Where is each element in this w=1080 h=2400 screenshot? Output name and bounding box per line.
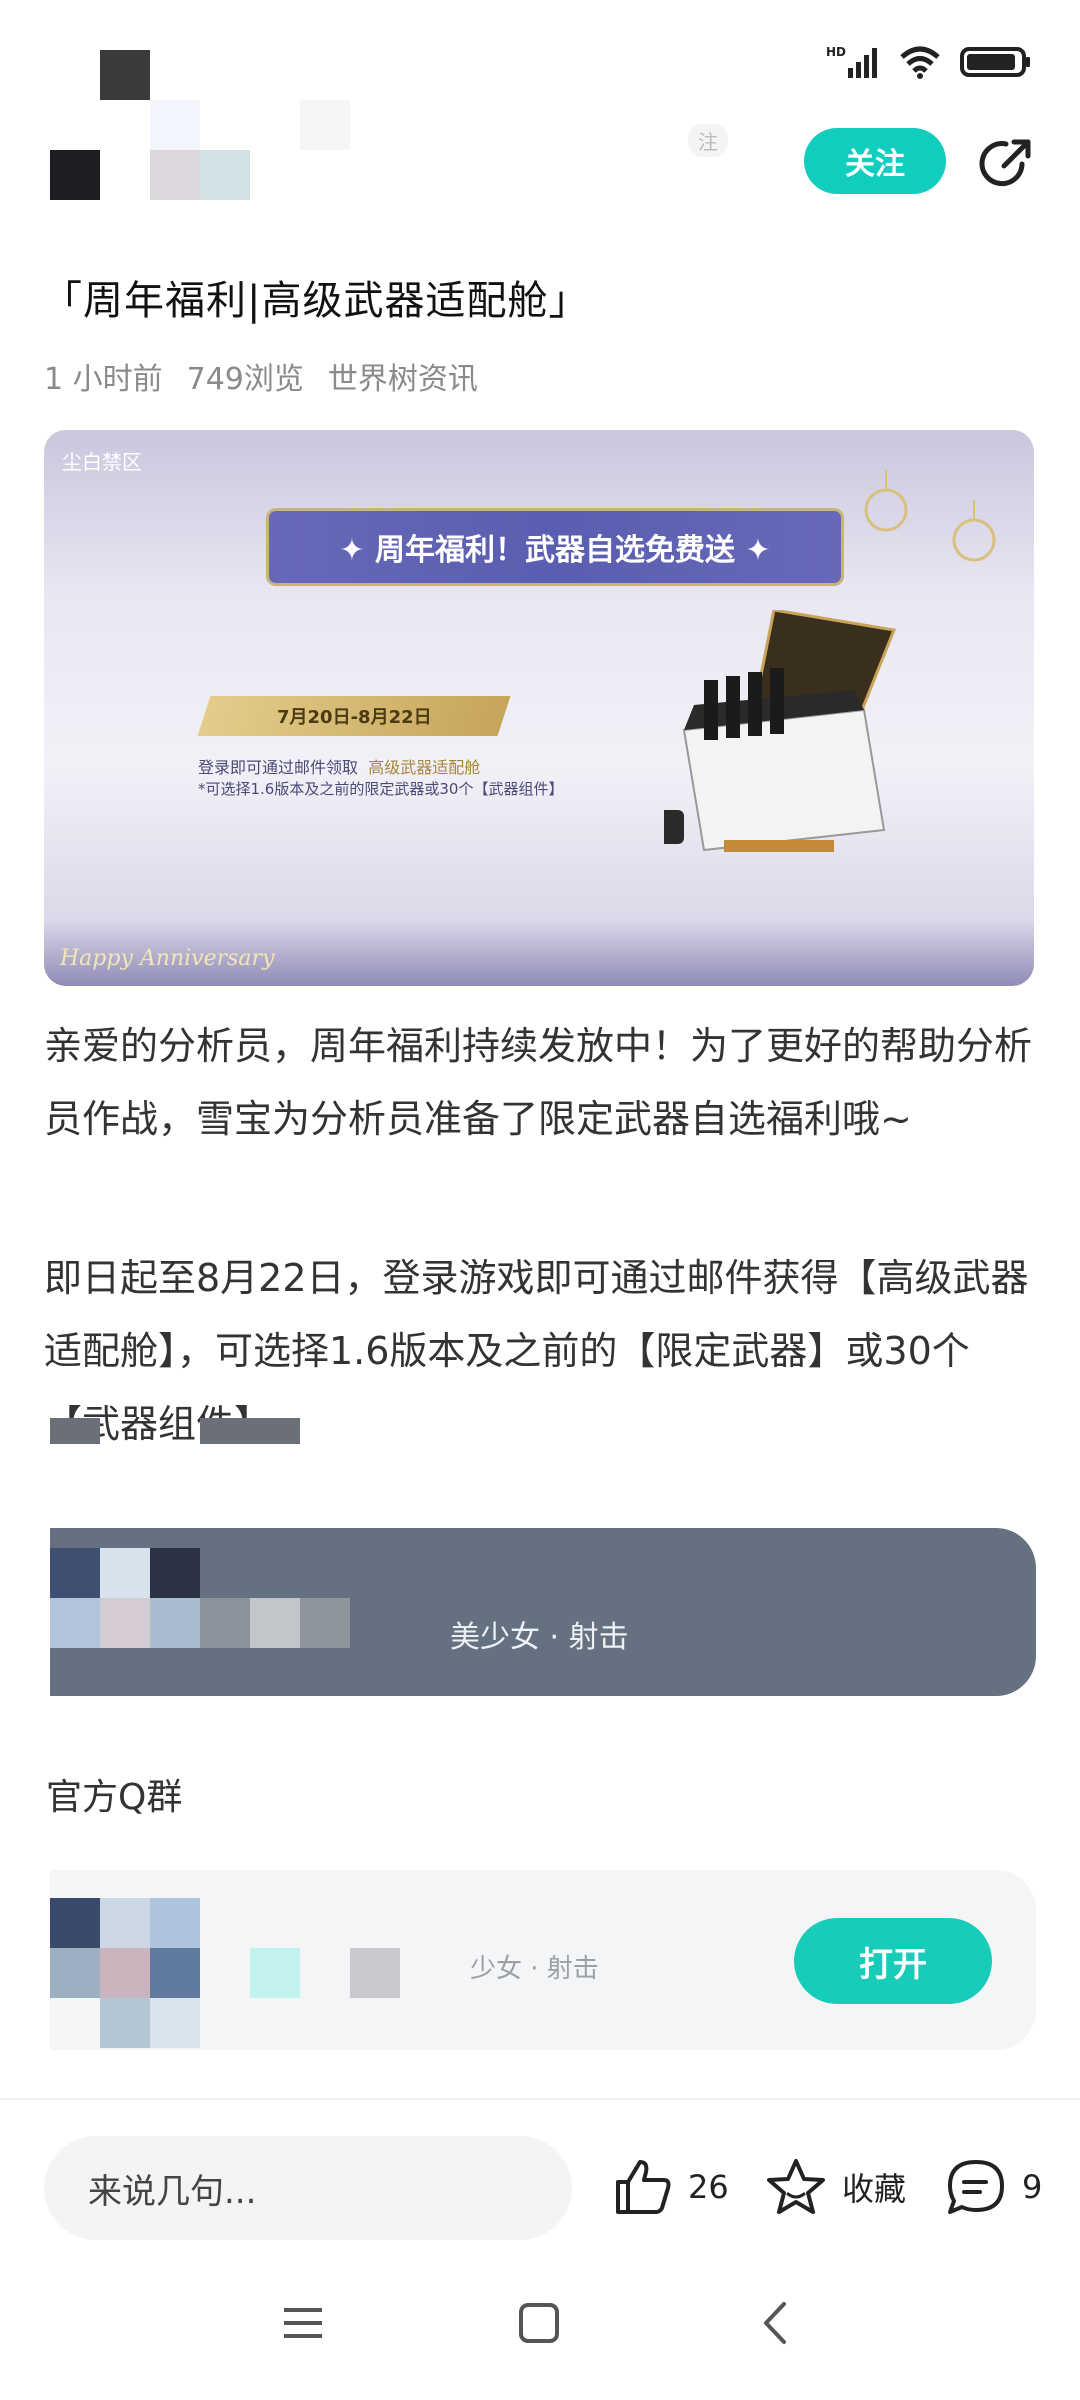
thumbs-up-icon bbox=[616, 2160, 671, 2214]
time-ago: 1 小时前 bbox=[44, 362, 163, 397]
menu-icon[interactable] bbox=[280, 2300, 326, 2346]
banner-line1: 登录即可通过邮件领取 高级武器适配舱 bbox=[198, 758, 481, 777]
author-tag: 注 bbox=[688, 124, 728, 157]
open-button[interactable]: 打开 bbox=[794, 1918, 992, 2004]
article-category[interactable]: 世界树资讯 bbox=[328, 354, 478, 398]
divider bbox=[0, 2098, 1080, 2100]
view-count: 749浏览 bbox=[186, 362, 304, 397]
star-icon bbox=[767, 2159, 825, 2214]
banner-signature: Happy Anniversary bbox=[60, 946, 275, 971]
article-banner-image[interactable]: 尘白禁区 ✦ 周年福利！武器自选免费送 ✦ 7月20日-8月22日 登录即可通过… bbox=[44, 430, 1034, 986]
comment-input[interactable]: 来说几句... bbox=[44, 2136, 572, 2240]
article-paragraph: 亲爱的分析员，周年福利持续发放中！为了更好的帮助分析员作战，雪宝为分析员准备了限… bbox=[44, 1024, 1033, 1141]
censor-block bbox=[50, 1418, 100, 1444]
comment-button[interactable]: 9 bbox=[944, 2156, 1042, 2218]
favorite-label: 收藏 bbox=[842, 2170, 907, 2208]
article-title: 「周年福利|高级武器适配舱」 bbox=[42, 278, 590, 324]
back-icon[interactable] bbox=[754, 2300, 800, 2346]
qq-group-subtitle: 少女 · 射击 bbox=[470, 1954, 599, 1984]
comment-count: 9 bbox=[1022, 2168, 1043, 2206]
article-meta: 1 小时前 749浏览 世界树资讯 bbox=[44, 354, 478, 398]
follow-button[interactable]: 关注 bbox=[804, 128, 946, 194]
svg-text:HD: HD bbox=[826, 45, 846, 59]
censor-block bbox=[200, 1418, 300, 1444]
ornament-icon bbox=[952, 500, 996, 562]
weapon-case-illustration bbox=[664, 610, 897, 852]
game-subtitle: 美少女 · 射击 bbox=[450, 1620, 629, 1655]
home-icon[interactable] bbox=[516, 2300, 562, 2346]
qq-group-label: 官方Q群 bbox=[46, 1777, 183, 1818]
ornament-icon bbox=[864, 470, 908, 532]
wifi-icon bbox=[900, 46, 940, 79]
comment-icon bbox=[948, 2160, 1004, 2214]
status-bar-icons: HD bbox=[826, 44, 1032, 80]
banner-line2: *可选择1.6版本及之前的限定武器或30个【武器组件】 bbox=[198, 780, 564, 798]
like-count: 26 bbox=[688, 2168, 729, 2206]
like-button[interactable]: 26 bbox=[612, 2156, 729, 2218]
brand-logo: 尘白禁区 bbox=[62, 450, 142, 474]
favorite-button[interactable]: 收藏 bbox=[764, 2156, 906, 2218]
signal-icon: HD bbox=[826, 45, 877, 78]
share-icon[interactable] bbox=[976, 134, 1036, 194]
banner-headline: ✦ 周年福利！武器自选免费送 ✦ bbox=[266, 508, 844, 586]
banner-date: 7月20日-8月22日 bbox=[197, 696, 511, 736]
article-paragraph: 即日起至8月22日，登录游戏即可通过邮件获得【高级武器适配舱】，可选择1.6版本… bbox=[44, 1256, 1029, 1446]
battery-icon bbox=[960, 47, 1030, 77]
